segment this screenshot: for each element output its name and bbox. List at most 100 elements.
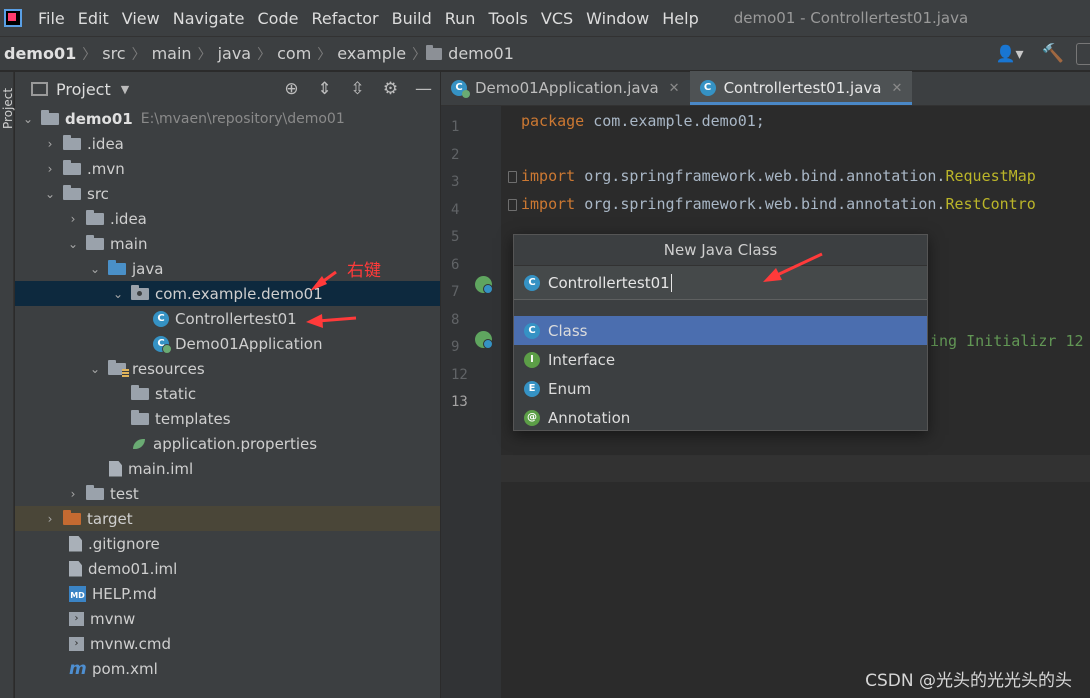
java-class-icon: C — [524, 274, 540, 291]
tree-item-pom-xml[interactable]: m pom.xml — [15, 656, 440, 681]
breadcrumb-item[interactable]: demo01 — [442, 44, 520, 63]
chevron-down-icon[interactable]: ⌄ — [66, 237, 80, 251]
menu-view[interactable]: View — [122, 9, 160, 28]
chevron-down-icon[interactable]: ⌄ — [88, 362, 102, 376]
tree-item-label: .idea — [87, 134, 124, 153]
project-title[interactable]: Project — [56, 80, 111, 99]
tree-item-label: mvnw.cmd — [90, 634, 172, 653]
fold-marker-icon[interactable] — [508, 171, 517, 183]
tree-item-demo01-iml[interactable]: demo01.iml — [15, 556, 440, 581]
breadcrumb-item[interactable]: demo01 — [0, 44, 82, 63]
chevron-down-icon[interactable]: ⌄ — [88, 262, 102, 276]
menu-code[interactable]: Code — [258, 9, 299, 28]
tree-item-static[interactable]: static — [15, 381, 440, 406]
tree-item-help-md[interactable]: MD HELP.md — [15, 581, 440, 606]
tree-item-path: E:\mvaen\repository\demo01 — [140, 110, 345, 127]
tree-item-target[interactable]: › target — [15, 506, 440, 531]
menu-file[interactable]: File — [38, 9, 65, 28]
chevron-right-icon[interactable]: › — [43, 162, 57, 176]
menu-build[interactable]: Build — [392, 9, 432, 28]
tree-item-label: Controllertest01 — [175, 309, 297, 328]
tree-item-idea[interactable]: › .idea — [15, 131, 440, 156]
tree-item-main-iml[interactable]: main.iml — [15, 456, 440, 481]
class-kind-list: C Class I Interface E Enum @ Annotation — [514, 316, 927, 432]
menu-help[interactable]: Help — [662, 9, 698, 28]
tree-item-src[interactable]: ⌄ src — [15, 181, 440, 206]
breadcrumb-item[interactable]: example — [331, 44, 412, 63]
expand-all-icon[interactable]: ⇕ — [308, 79, 341, 99]
chevron-right-icon[interactable]: › — [43, 137, 57, 151]
kind-class[interactable]: C Class — [514, 316, 927, 345]
tree-item-gitignore[interactable]: .gitignore — [15, 531, 440, 556]
chevron-right-icon: 〉 — [197, 46, 212, 63]
tab-label: Demo01Application.java — [475, 79, 659, 97]
tree-item-mvnw-cmd[interactable]: › mvnw.cmd — [15, 631, 440, 656]
menu-window[interactable]: Window — [586, 9, 649, 28]
menu-tools[interactable]: Tools — [488, 9, 527, 28]
kind-enum[interactable]: E Enum — [514, 374, 927, 403]
spring-bean-icon[interactable] — [475, 331, 493, 349]
code-line-9[interactable]: ing Initializr 12 — [930, 332, 1084, 350]
code-line-1[interactable]: package com.example.demo01; — [521, 112, 765, 130]
kind-annotation[interactable]: @ Annotation — [514, 403, 927, 432]
tree-item-label: .gitignore — [88, 534, 160, 553]
chevron-right-icon[interactable]: › — [66, 212, 80, 226]
menu-navigate[interactable]: Navigate — [173, 9, 245, 28]
tree-item-controllertest01[interactable]: C Controllertest01 — [15, 306, 440, 331]
folder-icon — [131, 384, 149, 400]
breadcrumb-item[interactable]: src — [96, 44, 131, 63]
locate-target-icon[interactable]: ⊕ — [275, 79, 308, 99]
tab-controllertest01[interactable]: C Controllertest01.java ✕ — [689, 71, 913, 105]
close-icon[interactable]: ✕ — [669, 81, 680, 96]
kind-interface[interactable]: I Interface — [514, 345, 927, 374]
tool-window-strip: Project — [0, 72, 15, 698]
menu-run[interactable]: Run — [445, 9, 476, 28]
tree-item-application-properties[interactable]: application.properties — [15, 431, 440, 456]
chevron-down-icon[interactable]: ⌄ — [43, 187, 57, 201]
tree-item-test[interactable]: › test — [15, 481, 440, 506]
project-panel: Project ▼ ⊕ ⇕ ⇳ ⚙ — ⌄ demo01 E:\mvaen\re… — [15, 72, 452, 698]
build-hammer-icon[interactable]: 🔨 — [1042, 43, 1064, 64]
spring-bean-icon[interactable] — [475, 276, 493, 294]
user-icon[interactable]: 👤▾ — [996, 44, 1024, 63]
gear-icon[interactable]: ⚙ — [374, 79, 407, 99]
tree-item-idea-src[interactable]: › .idea — [15, 206, 440, 231]
breadcrumb-item[interactable]: java — [212, 44, 258, 63]
chevron-right-icon[interactable]: › — [43, 512, 57, 526]
fold-marker-icon[interactable] — [508, 199, 517, 211]
chevron-down-icon[interactable]: ⌄ — [111, 287, 125, 301]
iml-file-icon — [69, 560, 82, 577]
tree-item-resources[interactable]: ⌄ resources — [15, 356, 440, 381]
menu-vcs[interactable]: VCS — [541, 9, 573, 28]
collapse-all-icon[interactable]: ⇳ — [341, 79, 374, 99]
tree-item-main[interactable]: ⌄ main — [15, 231, 440, 256]
breadcrumb-item[interactable]: com — [271, 44, 317, 63]
code-line-4[interactable]: import org.springframework.web.bind.anno… — [521, 195, 1036, 213]
tab-demo01application[interactable]: C Demo01Application.java ✕ — [441, 71, 690, 105]
code-line-3[interactable]: import org.springframework.web.bind.anno… — [521, 167, 1036, 185]
watermark: CSDN @光头的光光头的头 — [865, 671, 1072, 691]
chevron-down-icon[interactable]: ⌄ — [21, 112, 35, 126]
chevron-right-icon[interactable]: › — [66, 487, 80, 501]
tree-item-mvnw[interactable]: › mvnw — [15, 606, 440, 631]
class-name-value[interactable]: Controllertest01 — [548, 273, 672, 292]
menu-edit[interactable]: Edit — [78, 9, 109, 28]
current-line-highlight — [501, 455, 1090, 482]
tree-item-mvn[interactable]: › .mvn — [15, 156, 440, 181]
folder-icon — [63, 134, 81, 150]
line-number: 5 — [451, 229, 460, 245]
tree-item-package[interactable]: ⌄ com.example.demo01 — [15, 281, 440, 306]
tree-item-templates[interactable]: templates — [15, 406, 440, 431]
chevron-down-icon[interactable]: ▼ — [121, 83, 129, 96]
run-config-box[interactable] — [1076, 42, 1090, 65]
menu-refactor[interactable]: Refactor — [311, 9, 378, 28]
tree-item-demo01[interactable]: ⌄ demo01 E:\mvaen\repository\demo01 — [15, 106, 440, 131]
tree-item-demo01application[interactable]: C Demo01Application — [15, 331, 440, 356]
class-name-input[interactable]: C Controllertest01 — [514, 266, 927, 300]
tree-item-label: application.properties — [153, 434, 318, 453]
breadcrumb-item[interactable]: main — [146, 44, 198, 63]
close-icon[interactable]: ✕ — [891, 81, 902, 96]
tree-item-label: src — [87, 184, 109, 203]
project-tool-button[interactable]: Project — [1, 81, 15, 129]
minimize-icon[interactable]: — — [407, 79, 440, 99]
